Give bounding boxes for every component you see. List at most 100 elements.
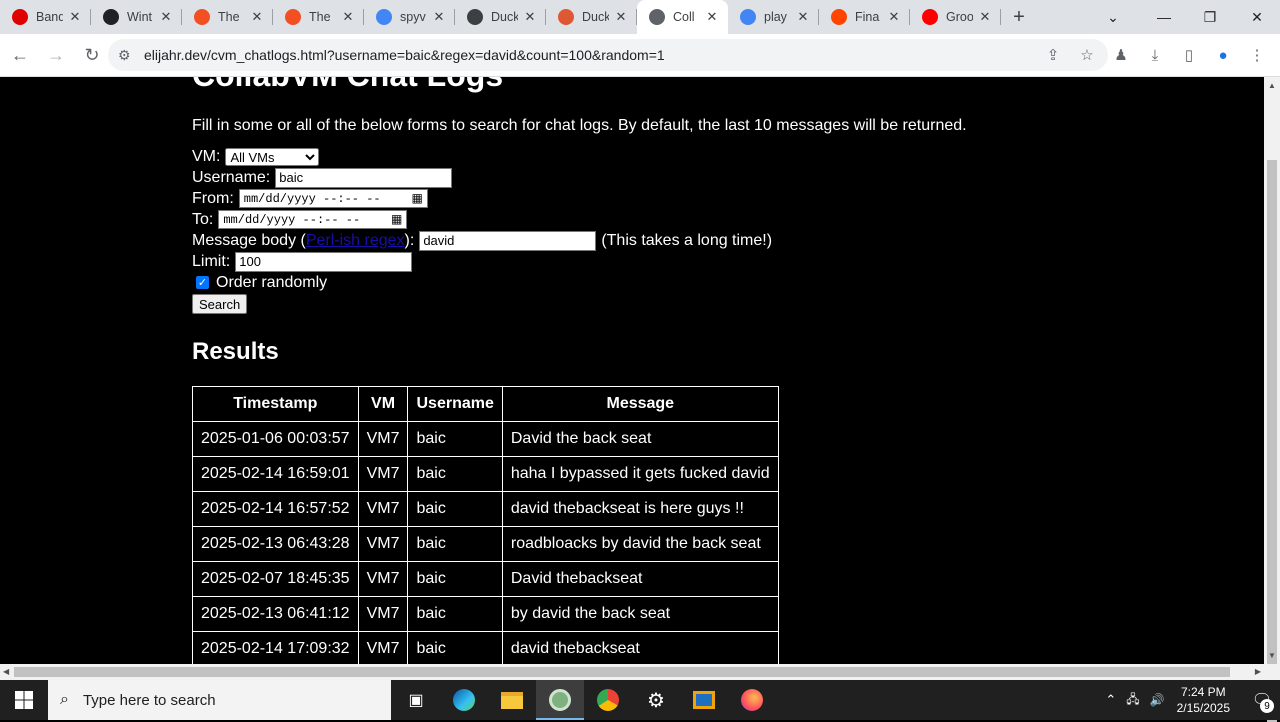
tab-close-icon[interactable]: ✕ — [886, 9, 902, 25]
minimize-icon[interactable]: — — [1141, 0, 1187, 34]
download-icon[interactable]: ⤓ — [1140, 40, 1170, 70]
regex-help-link[interactable]: Perl-ish regex — [306, 232, 405, 250]
settings-gear-icon[interactable]: ⚙ — [632, 680, 680, 720]
tab-close-icon[interactable]: ✕ — [977, 9, 993, 25]
wikipedia-icon — [103, 9, 119, 25]
tab-close-icon[interactable]: ✕ — [795, 9, 811, 25]
column-header: Message — [501, 386, 779, 422]
google-icon — [740, 9, 756, 25]
vertical-scroll-thumb[interactable] — [1267, 160, 1277, 722]
tab-close-icon[interactable]: ✕ — [613, 9, 629, 25]
limit-input[interactable] — [235, 251, 413, 272]
show-hidden-icons-chevron-icon[interactable]: ⌃ — [1105, 692, 1116, 708]
browser-tab[interactable]: spyv ✕ — [364, 0, 455, 34]
message-body-input[interactable] — [419, 230, 597, 251]
from-label: From: — [192, 189, 234, 207]
tab-title: Wint — [127, 10, 152, 24]
tab-close-icon[interactable]: ✕ — [431, 9, 447, 25]
browser-tab[interactable]: The ✕ — [273, 0, 364, 34]
calendar-icon[interactable]: ▦ — [391, 212, 402, 227]
page-title: CollabVM Chat Logs — [192, 77, 967, 93]
tab-title: Groo — [946, 10, 973, 24]
network-icon[interactable]: 🖧 — [1126, 690, 1139, 711]
to-row: To: mm/dd/yyyy --:-- -- ▦ — [192, 209, 967, 230]
horizontal-scroll-thumb[interactable] — [14, 667, 1230, 677]
tab-close-icon[interactable]: ✕ — [158, 9, 174, 25]
browser-tab[interactable]: play ✕ — [728, 0, 819, 34]
extension-icon[interactable]: ♟ — [1106, 40, 1136, 70]
back-icon[interactable]: ← — [4, 39, 36, 71]
search-button[interactable]: Search — [192, 294, 248, 314]
scroll-right-arrow-icon[interactable]: ▶ — [1255, 667, 1261, 676]
calendar-icon[interactable]: ▦ — [411, 191, 422, 206]
browser-tab[interactable]: Duck ✕ — [455, 0, 546, 34]
windows-icon — [194, 9, 210, 25]
profile-avatar-icon[interactable]: ● — [1208, 40, 1238, 70]
table-cell: baic — [407, 421, 503, 457]
forward-icon[interactable]: → — [40, 39, 72, 71]
scroll-left-arrow-icon[interactable]: ◀ — [3, 667, 9, 676]
username-input[interactable] — [275, 167, 453, 188]
vertical-scrollbar[interactable]: ▲ ▼ — [1264, 77, 1280, 722]
tab-strip: Band ✕ Wint ✕ The ✕ The ✕ spyv ✕ Duck ✕ Duck ✕ Coll ✕ pl… — [0, 0, 1280, 34]
reload-icon[interactable]: ↻ — [76, 39, 108, 71]
vm-select[interactable]: All VMs — [225, 147, 320, 166]
tab-close-icon[interactable]: ✕ — [67, 9, 83, 25]
scroll-up-arrow-icon[interactable]: ▲ — [1268, 81, 1276, 90]
username-row: Username: — [192, 167, 967, 188]
random-row: ✓ Order randomly — [192, 272, 967, 293]
browser-tab[interactable]: Coll ✕ — [637, 0, 728, 34]
browser-tab[interactable]: The ✕ — [182, 0, 273, 34]
browser-tab[interactable]: Duck ✕ — [546, 0, 637, 34]
order-randomly-label: Order randomly — [216, 273, 328, 291]
table-cell: 2025-02-07 18:45:35 — [192, 561, 359, 597]
share-icon[interactable]: ⇪ — [1038, 40, 1068, 70]
tab-close-icon[interactable]: ✕ — [522, 9, 538, 25]
tab-title: Duck — [582, 10, 609, 24]
clock[interactable]: 7:24 PM 2/15/2025 — [1177, 684, 1230, 716]
tab-search-icon[interactable]: ⌄ — [1090, 0, 1136, 34]
to-datetime-input[interactable]: mm/dd/yyyy --:-- -- ▦ — [218, 210, 408, 229]
chrome-icon[interactable] — [584, 680, 632, 720]
table-cell: VM7 — [357, 526, 409, 562]
network-app-icon[interactable] — [536, 680, 584, 720]
vm-row: VM: All VMs — [192, 146, 967, 167]
new-tab-button[interactable]: + — [1003, 0, 1035, 34]
remote-desktop-icon[interactable] — [680, 680, 728, 720]
side-panel-icon[interactable]: ▯ — [1174, 40, 1204, 70]
menu-kebab-icon[interactable]: ⋮ — [1242, 40, 1272, 70]
task-view-icon[interactable]: ▣ — [392, 680, 440, 720]
browser-tab[interactable]: Fina ✕ — [819, 0, 910, 34]
firefox-icon[interactable] — [728, 680, 776, 720]
restore-icon[interactable]: ❐ — [1187, 0, 1233, 34]
window-close-icon[interactable]: ✕ — [1234, 0, 1280, 34]
tab-close-icon[interactable]: ✕ — [704, 9, 720, 25]
order-randomly-checkbox[interactable]: ✓ — [196, 276, 209, 289]
browser-tab[interactable]: Wint ✕ — [91, 0, 182, 34]
file-explorer-icon[interactable] — [488, 680, 536, 720]
taskbar-search-box[interactable]: ⌕ Type here to search — [48, 680, 391, 720]
table-cell: VM7 — [357, 421, 409, 457]
bookmark-star-icon[interactable]: ☆ — [1072, 40, 1102, 70]
address-bar[interactable]: ⚙ elijahr.dev/cvm_chatlogs.html?username… — [108, 39, 1108, 71]
tab-close-icon[interactable]: ✕ — [340, 9, 356, 25]
tab-list: Band ✕ Wint ✕ The ✕ The ✕ spyv ✕ Duck ✕ Duck ✕ Coll ✕ pl… — [0, 0, 1001, 34]
volume-icon[interactable]: 🔊 — [1150, 693, 1165, 707]
windows-start-button[interactable] — [0, 680, 48, 720]
table-cell: 2025-02-13 06:41:12 — [192, 596, 359, 632]
tab-close-icon[interactable]: ✕ — [249, 9, 265, 25]
results-heading: Results — [192, 338, 279, 365]
browser-tab[interactable]: Band ✕ — [0, 0, 91, 34]
scroll-down-arrow-icon[interactable]: ▼ — [1268, 651, 1276, 660]
horizontal-scrollbar[interactable]: ◀ ▶ — [0, 664, 1280, 680]
notification-center-icon[interactable]: 🗨 9 — [1244, 680, 1280, 720]
table-cell: 2025-02-14 17:09:32 — [192, 631, 359, 664]
table-cell: haha I bypassed it gets fucked david — [501, 456, 779, 492]
tab-title: Fina — [855, 10, 880, 24]
google-icon — [376, 9, 392, 25]
table-body: 2025-01-06 00:03:57 VM7 baic David the back… — [192, 421, 779, 664]
edge-icon[interactable] — [440, 680, 488, 720]
browser-tab[interactable]: Groo ✕ — [910, 0, 1001, 34]
site-info-icon[interactable]: ⚙ — [118, 47, 140, 64]
from-datetime-input[interactable]: mm/dd/yyyy --:-- -- ▦ — [238, 189, 428, 208]
